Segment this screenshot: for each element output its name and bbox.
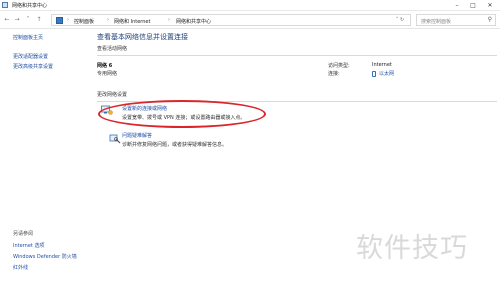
control-panel-icon — [56, 17, 63, 24]
crumb-network-internet[interactable]: 网络和 Internet — [114, 18, 150, 25]
sidebar-link-internet-options[interactable]: Internet 选项 — [13, 242, 44, 249]
search-icon: ⚲ — [487, 16, 492, 23]
connections-label: 连接: — [328, 71, 340, 77]
chevron-right-icon: › — [168, 17, 170, 23]
network-name: 网络 6 — [97, 63, 113, 69]
troubleshoot-icon — [109, 134, 121, 144]
close-button[interactable]: ✕ — [485, 1, 495, 10]
network-center-icon — [2, 2, 8, 8]
up-arrow-icon[interactable]: ↑ — [35, 15, 43, 24]
window-title: 网络和共享中心 — [12, 3, 48, 9]
address-bar: ← → ˅ ↑ › 控制面板 › 网络和 Internet › 网络和共享中心 … — [0, 11, 500, 29]
crumb-network-sharing-center[interactable]: 网络和共享中心 — [176, 18, 211, 25]
connections-value: 以太网 — [379, 71, 395, 77]
sidebar-link-change-advanced-sharing[interactable]: 更改高级共享设置 — [13, 63, 53, 70]
sidebar: 控制面板主页 更改适配器设置 更改高级共享设置 另请参阅 Internet 选项… — [0, 29, 92, 282]
back-arrow-icon[interactable]: ← — [3, 15, 11, 24]
access-type-label: 访问类型: — [328, 63, 350, 69]
sidebar-link-infrared[interactable]: 红外线 — [13, 264, 28, 271]
path-dropdown-icon[interactable]: ˅ ↻ — [392, 16, 408, 25]
sidebar-link-change-adapter-settings[interactable]: 更改适配器设置 — [13, 53, 48, 60]
active-networks-heading: 查看活动网络 — [97, 46, 128, 52]
sidebar-link-control-panel-home[interactable]: 控制面板主页 — [13, 34, 43, 41]
chevron-right-icon: › — [107, 17, 109, 23]
ethernet-connection-link[interactable]: 以太网 — [372, 70, 394, 77]
highlight-circle — [98, 100, 266, 128]
search-input[interactable]: 搜索控制面板 ⚲ — [416, 14, 496, 26]
page-title: 查看基本网络信息并设置连接 — [97, 33, 188, 41]
forward-arrow-icon[interactable]: → — [13, 15, 21, 24]
divider — [97, 55, 497, 56]
chevron-right-icon: › — [67, 17, 69, 23]
title-bar: 网络和共享中心 – □ ✕ — [0, 0, 500, 11]
sidebar-link-windows-defender-firewall[interactable]: Windows Defender 防火墙 — [13, 253, 77, 260]
search-placeholder: 搜索控制面板 — [421, 19, 452, 25]
access-type-value: Internet — [372, 62, 392, 68]
troubleshoot-problems-link[interactable]: 问题疑难解答 — [122, 132, 152, 139]
minimize-button[interactable]: – — [452, 1, 462, 10]
troubleshoot-problems-desc: 诊断并修复网络问题，或者获得疑难解答信息。 — [122, 142, 228, 148]
breadcrumb[interactable]: › 控制面板 › 网络和 Internet › 网络和共享中心 ˅ ↻ — [51, 14, 411, 26]
see-also-heading: 另请参阅 — [13, 231, 34, 237]
network-type: 专用网络 — [97, 71, 118, 77]
change-settings-heading: 更改网络设置 — [97, 92, 128, 98]
crumb-control-panel[interactable]: 控制面板 — [74, 18, 94, 25]
maximize-button[interactable]: □ — [468, 1, 478, 10]
recent-dropdown-icon[interactable]: ˅ — [24, 15, 32, 24]
watermark-text: 软件技巧 — [356, 233, 468, 264]
ethernet-icon — [372, 70, 376, 77]
